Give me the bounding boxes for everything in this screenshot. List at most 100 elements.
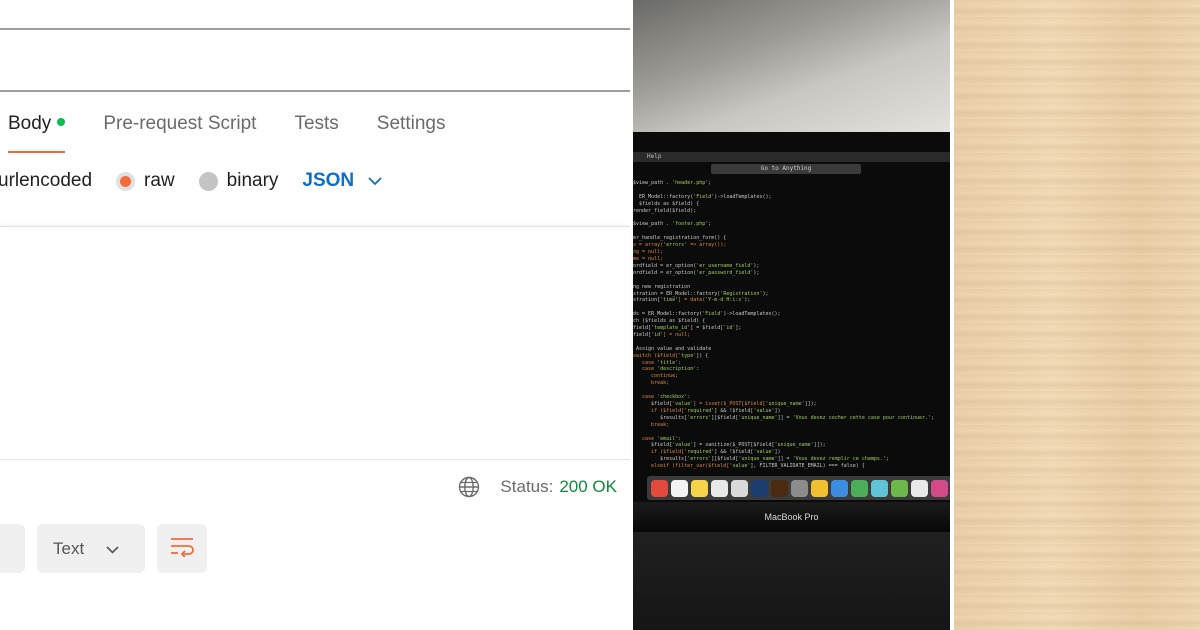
dock-app-icon (771, 479, 788, 497)
code-line: $fields as $field) { (633, 200, 700, 207)
code-line: me = null; (633, 255, 664, 262)
section-divider (0, 90, 630, 92)
dock-app-icon (651, 479, 668, 497)
code-line: case 'checkbox': (633, 394, 691, 401)
option-urlencoded-label: urlencoded (0, 170, 93, 191)
chevron-down-icon (106, 539, 119, 559)
dock (647, 476, 950, 500)
dock-app-icon (751, 479, 768, 497)
tab-tests[interactable]: Tests (294, 113, 338, 153)
postman-panel: Body Pre-request Script Tests Settings u… (0, 0, 633, 630)
option-urlencoded[interactable]: urlencoded (0, 170, 92, 192)
code-line: if ($field['required'] && !$field['value… (633, 407, 781, 414)
tab-settings-label: Settings (376, 113, 446, 134)
response-format-label: Text (53, 538, 85, 558)
globe-icon[interactable] (458, 476, 480, 498)
code-line: ordfield = er_option('er_username_field'… (633, 262, 760, 269)
response-format-button[interactable]: Text (37, 524, 145, 573)
editor-menu-bar: Help (633, 152, 950, 162)
code-line: if ($field['required'] && !$field['value… (633, 449, 781, 456)
dock-app-icon (711, 479, 728, 497)
code-line: ds = ER_Model::factory('Field')->loadTem… (633, 311, 781, 318)
wood-texture-panel (954, 0, 1200, 630)
dock-app-icon (891, 479, 908, 497)
option-binary[interactable]: binary (198, 170, 279, 192)
tab-body-label: Body (8, 113, 52, 134)
menu-item-help: Help (647, 153, 662, 160)
wall-background (633, 0, 950, 140)
code-line: ng new registration (633, 283, 691, 290)
dock-app-icon (911, 479, 928, 497)
goto-anything-bar: Go to Anything (711, 164, 861, 174)
wrap-lines-button[interactable] (157, 524, 207, 573)
code-line: stration['time'] = date('Y-m-d H:i:s'); (633, 297, 751, 304)
code-line: $view_path . 'footer.php'; (633, 221, 712, 228)
option-binary-label: binary (226, 170, 279, 191)
option-raw[interactable]: raw (116, 170, 175, 192)
code-line: switch ($field['type']) { (633, 352, 709, 359)
code-editor-text: $view_path . 'header.php'; ER_Model::fac… (633, 180, 933, 470)
code-line: continue; (633, 373, 679, 380)
response-view-button[interactable] (0, 524, 25, 573)
code-line: break; (633, 380, 670, 387)
dock-app-icon (831, 479, 848, 497)
option-raw-label: raw (144, 170, 175, 191)
code-line: $view_path . 'header.php'; (633, 180, 712, 186)
tab-body[interactable]: Body (8, 113, 66, 153)
response-status-row: Status: 200 OK (458, 476, 617, 498)
wrap-lines-icon (169, 535, 195, 562)
laptop-keyboard (633, 532, 950, 630)
code-line: field['template_id'] = $field['id']; (633, 325, 742, 332)
code-line: s = array('errors' => array()); (633, 242, 727, 249)
code-line: $field['value'] = sanitize($_POST[$field… (633, 442, 826, 449)
laptop-photo: Help Go to Anything $view_path . 'header… (633, 0, 950, 630)
radio-selected-icon[interactable] (116, 171, 136, 191)
dock-app-icon (691, 479, 708, 497)
code-line: Assign value and validate (633, 345, 712, 352)
code-line: field['id'] = null; (633, 331, 691, 338)
url-bar-underline (0, 28, 630, 30)
status-label: Status: (500, 477, 554, 496)
radio-unselected-icon[interactable] (198, 171, 218, 191)
format-select[interactable]: JSON (302, 170, 382, 192)
code-line: render_field($field); (633, 207, 697, 214)
code-line: stration = ER_Model::factory('Registrati… (633, 290, 769, 297)
chevron-down-icon (368, 170, 382, 192)
body-modified-dot-icon (57, 118, 66, 126)
code-line: case 'description': (633, 366, 700, 373)
status-value: 200 OK (559, 477, 617, 496)
code-line: er_handle_registration_form() { (633, 235, 727, 242)
tab-pre-request-script-label: Pre-request Script (103, 113, 257, 134)
dock-app-icon (731, 479, 748, 497)
dock-app-icon (791, 479, 808, 497)
code-line: ordfield = er_option('er_password_field'… (633, 269, 760, 276)
dock-app-icon (671, 479, 688, 497)
request-tabs: Body Pre-request Script Tests Settings (8, 113, 483, 153)
code-line: $results['errors'][$field['unique_name']… (633, 456, 889, 463)
body-editor[interactable] (0, 226, 630, 460)
code-line: ch ($fields as $field) { (633, 318, 706, 325)
code-line: $results['errors'][$field['unique_name']… (633, 414, 933, 421)
code-line: elseif (filter_var($field['value'], FILT… (633, 463, 865, 470)
tab-pre-request-script[interactable]: Pre-request Script (103, 113, 256, 153)
dock-app-icon (871, 479, 888, 497)
goto-anything-label: Go to Anything (760, 165, 812, 172)
code-line: og = null; (633, 249, 664, 256)
code-line: break; (633, 421, 670, 428)
dock-app-icon (851, 479, 868, 497)
laptop-brand-label: MacBook Pro (764, 512, 819, 522)
code-line: $field['value'] = isset($_POST[$field['u… (633, 401, 817, 407)
tab-tests-label: Tests (294, 113, 339, 134)
code-line: case 'email': (633, 435, 682, 442)
code-line: ER_Model::factory('Field')->loadTemplate… (633, 193, 772, 200)
format-select-value: JSON (302, 170, 355, 191)
tab-settings[interactable]: Settings (377, 113, 446, 153)
